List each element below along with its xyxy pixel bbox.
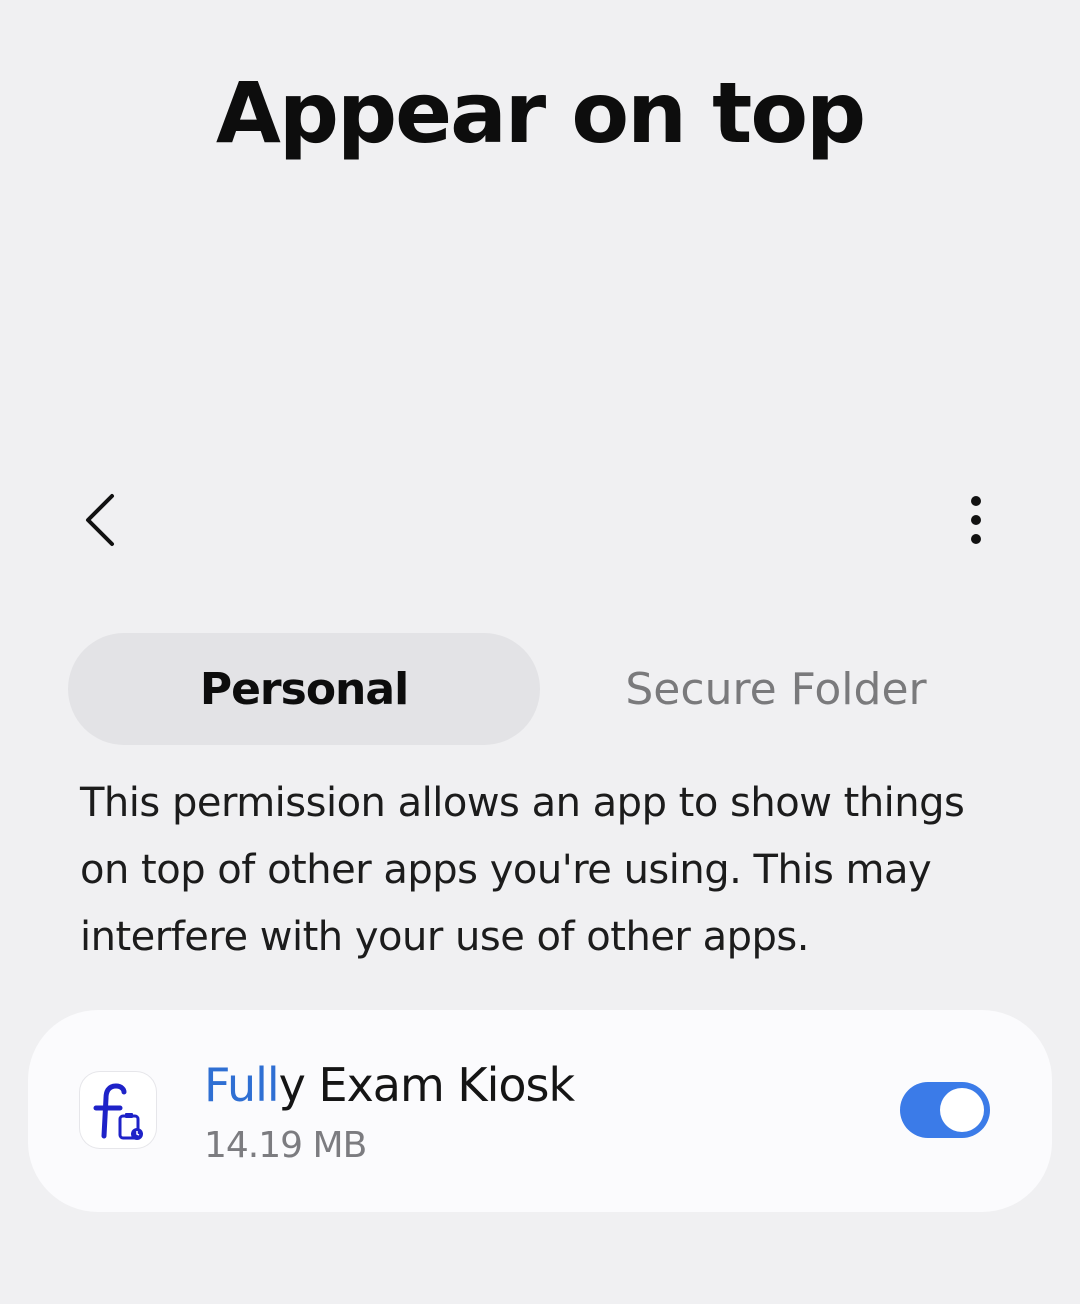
tab-secure-folder-label: Secure Folder — [625, 663, 927, 715]
fully-exam-kiosk-icon — [80, 1072, 156, 1148]
back-button[interactable] — [70, 480, 130, 560]
more-options-button[interactable] — [946, 480, 1006, 560]
permission-toggle[interactable] — [900, 1082, 990, 1138]
tab-secure-folder[interactable]: Secure Folder — [540, 633, 1012, 745]
page-title: Appear on top — [215, 64, 866, 162]
app-name: Fully Exam Kiosk — [204, 1058, 575, 1112]
app-list-item[interactable]: Fully Exam Kiosk 14.19 MB — [28, 1010, 1052, 1212]
tab-personal-label: Personal — [199, 663, 409, 715]
more-vertical-icon — [971, 496, 981, 544]
permission-description: This permission allows an app to show th… — [80, 780, 965, 960]
chevron-left-icon — [86, 494, 114, 546]
app-size: 14.19 MB — [204, 1125, 367, 1166]
tab-personal[interactable]: Personal — [68, 633, 540, 745]
app-name-rest: y Exam Kiosk — [278, 1058, 575, 1112]
tab-bar: Personal Secure Folder — [68, 633, 1012, 745]
app-name-highlight: Full — [204, 1058, 280, 1112]
toggle-knob — [940, 1088, 984, 1132]
